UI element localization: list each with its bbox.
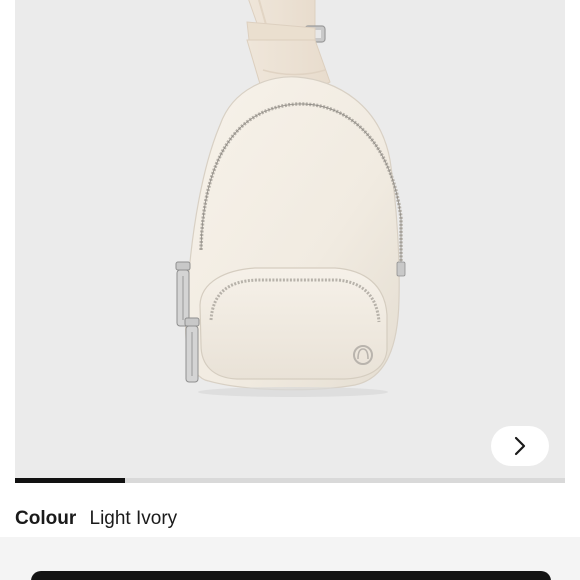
product-page: Colour Light Ivory — [0, 0, 580, 580]
chevron-right-icon — [514, 436, 526, 456]
next-image-button[interactable] — [491, 426, 549, 466]
colour-row: Colour Light Ivory — [15, 508, 177, 530]
add-to-bag-button[interactable] — [31, 571, 551, 580]
colour-label: Colour — [15, 508, 77, 529]
gallery-progress-track — [15, 478, 565, 483]
colour-value: Light Ivory — [89, 508, 178, 529]
product-gallery[interactable] — [15, 0, 565, 481]
gallery-progress-fill — [15, 478, 125, 483]
product-image — [175, 0, 406, 397]
